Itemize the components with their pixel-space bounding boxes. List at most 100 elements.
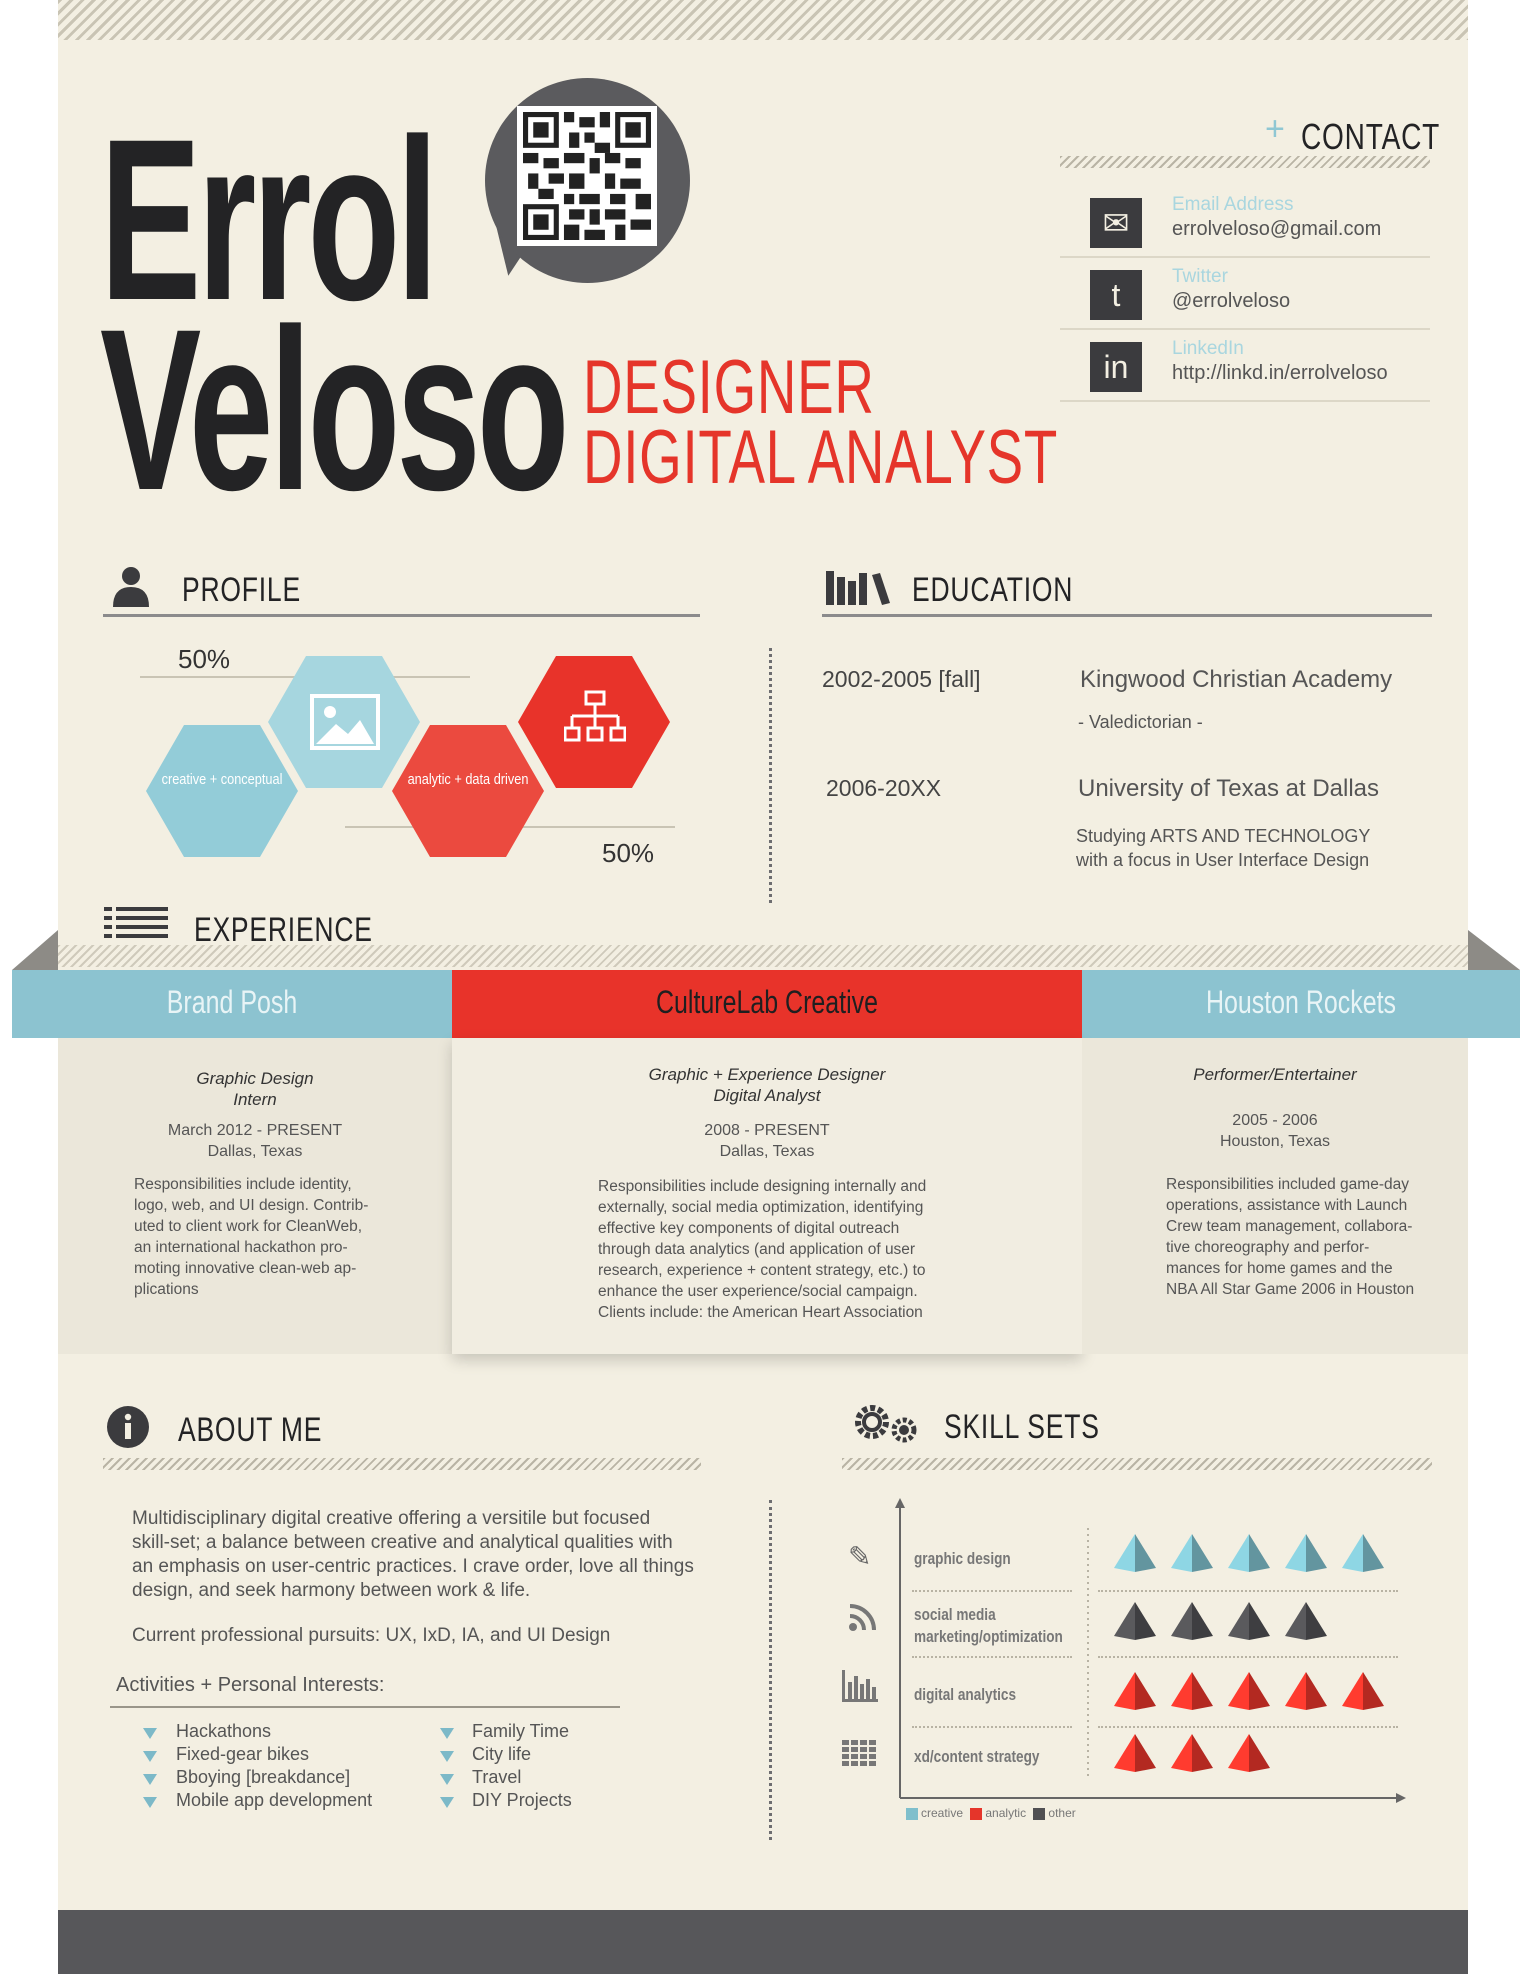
job-3-card: Performer/Entertainer 2005 - 2006 Housto…	[1082, 1038, 1468, 1354]
job-2-desc-3: effective key components of digital outr…	[598, 1220, 900, 1237]
skill-pyramid-icon	[1114, 1672, 1156, 1710]
job-2-desc-1: Responsibilities include designing inter…	[598, 1178, 927, 1195]
skills-hatch-rule	[842, 1458, 1432, 1470]
job-2-desc-7: Clients include: the American Heart Asso…	[598, 1304, 923, 1321]
activity-right-4: DIY Projects	[472, 1790, 572, 1810]
envelope-icon: ✉	[1090, 198, 1142, 248]
contact-linkedin-label: LinkedIn	[1172, 338, 1244, 359]
image-icon	[310, 694, 380, 750]
edu-1-detail: - Valedictorian -	[1078, 712, 1203, 732]
bullet-icon	[440, 1728, 454, 1739]
legend-creative: creative	[921, 1806, 964, 1820]
contact-email-label: Email Address	[1172, 194, 1294, 215]
edu-1-years: 2002-2005 [fall]	[822, 666, 981, 692]
experience-hatch-band	[58, 945, 1468, 967]
skill-3-dots	[912, 1726, 1072, 1728]
profile-heading-label: PROFILE	[182, 571, 301, 609]
skill-2-dots	[912, 1656, 1072, 1658]
skill-pyramid-icon	[1285, 1672, 1327, 1710]
activities-heading: Activities + Personal Interests:	[116, 1674, 385, 1696]
footer-bar	[58, 1910, 1468, 1974]
job-3-desc-6: NBA All Star Game 2006 in Houston	[1166, 1281, 1415, 1298]
job-3-dates: 2005 - 2006	[1232, 1112, 1318, 1129]
linkedin-icon: in	[1090, 342, 1142, 392]
skills-heading-label: SKILL SETS	[944, 1408, 1100, 1446]
job-1-dates: March 2012 - PRESENT	[167, 1122, 343, 1139]
job-1-card: Graphic Design Intern March 2012 - PRESE…	[58, 1038, 452, 1354]
contact-twitter[interactable]: t Twitter @errolveloso	[1060, 262, 1430, 330]
contact-hatch-rule	[1060, 156, 1430, 168]
skill-pyramid-icon	[1114, 1734, 1156, 1772]
legend-analytic: analytic	[985, 1806, 1027, 1820]
job-2-desc-4: through data analytics (and application …	[598, 1241, 916, 1258]
about-para-3: an emphasis on user-centric practices. I…	[132, 1556, 694, 1577]
job-2-desc-5: research, experience + content strategy,…	[598, 1262, 926, 1279]
skill-pyramid-icon	[1285, 1534, 1327, 1572]
skill-pyramid-icon	[1228, 1734, 1270, 1772]
skill-3-label: digital analytics	[914, 1685, 1017, 1704]
about-divider	[769, 1500, 772, 1840]
qr-code[interactable]	[517, 106, 657, 246]
legend-swatch-analytic	[970, 1807, 983, 1820]
bullet-icon	[143, 1797, 157, 1808]
skill-pyramid-icon	[1228, 1534, 1270, 1572]
job-1-company: Brand Posh	[166, 984, 298, 1020]
plus-icon: +	[1265, 110, 1285, 148]
contact-twitter-value[interactable]: @errolveloso	[1172, 290, 1290, 313]
job-3-company: Houston Rockets	[1205, 984, 1397, 1020]
job-1-location: Dallas, Texas	[207, 1143, 303, 1160]
edu-2-school: University of Texas at Dallas	[1078, 775, 1380, 802]
skill-1-dots	[912, 1590, 1072, 1592]
activity-left-3: Bboying [breakdance]	[176, 1767, 351, 1787]
job-2-location: Dallas, Texas	[719, 1143, 815, 1160]
job-2-desc-6: enhance the user experience/social campa…	[598, 1283, 918, 1300]
job-1-desc-2: logo, web, and UI design. Contrib-	[134, 1197, 369, 1214]
education-heading: EDUCATION	[826, 565, 1226, 609]
job-1-desc-3: uted to client work for CleanWeb,	[134, 1218, 363, 1235]
activity-right-1: Family Time	[472, 1721, 570, 1741]
gears-icon	[855, 1405, 917, 1443]
job-1-role-2: Intern	[233, 1090, 277, 1109]
profile-heading: PROFILE	[110, 565, 510, 609]
skill-pyramid-icon	[1171, 1734, 1213, 1772]
bullet-icon	[143, 1728, 157, 1739]
job-3-desc-2: operations, assistance with Launch	[1166, 1197, 1408, 1214]
contact-linkedin[interactable]: in LinkedIn http://linkd.in/errolveloso	[1060, 334, 1430, 402]
skill-pyramid-icon	[1342, 1672, 1384, 1710]
activity-left-4: Mobile app development	[176, 1790, 373, 1810]
job-3-desc-3: Crew team management, collabora-	[1166, 1218, 1413, 1235]
role-digital-analyst: DIGITAL ANALYST	[583, 415, 1059, 500]
contact-email[interactable]: ✉ Email Address errolveloso@gmail.com	[1060, 190, 1430, 258]
contact-twitter-label: Twitter	[1172, 266, 1228, 287]
contact-email-value[interactable]: errolveloso@gmail.com	[1172, 218, 1381, 241]
skill-pyramid-icon	[1285, 1602, 1327, 1640]
profile-percent-top: 50%	[178, 644, 231, 674]
bullet-icon	[143, 1774, 157, 1785]
ribbon-fold-right	[1468, 930, 1520, 970]
skill-pyramid-icon	[1171, 1672, 1213, 1710]
skills-legend: creative analytic other	[906, 1806, 1076, 1820]
job-3-desc-5: mances for home games and the	[1166, 1260, 1393, 1277]
job-2-company: CultureLab Creative	[656, 984, 878, 1020]
job-1-role-1: Graphic Design	[196, 1069, 314, 1088]
qr-code-icon	[523, 112, 651, 240]
skill-2-label-1: social media	[914, 1605, 996, 1624]
skill-1-track	[1098, 1590, 1398, 1592]
skill-pyramid-icon	[1114, 1602, 1156, 1640]
activity-right-2: City life	[472, 1744, 532, 1764]
education-divider	[769, 648, 772, 903]
bullet-icon	[440, 1751, 454, 1762]
ribbon-fold-left	[12, 930, 58, 970]
grid-icon	[842, 1740, 876, 1766]
hex-creative-label: creative + conceptual	[161, 771, 283, 788]
skill-pyramid-icon	[1171, 1534, 1213, 1572]
bar-chart-icon	[842, 1670, 878, 1702]
job-1-desc-5: moting innovative clean-web ap-	[134, 1260, 357, 1277]
profile-percent-bottom: 50%	[602, 838, 655, 868]
contact-linkedin-value[interactable]: http://linkd.in/errolveloso	[1172, 362, 1388, 385]
skill-3-track	[1098, 1726, 1398, 1728]
last-name: Veloso	[100, 281, 570, 538]
about-heading-label: ABOUT ME	[178, 1411, 323, 1449]
activity-left-2: Fixed-gear bikes	[176, 1744, 310, 1764]
list-icon	[104, 907, 168, 938]
